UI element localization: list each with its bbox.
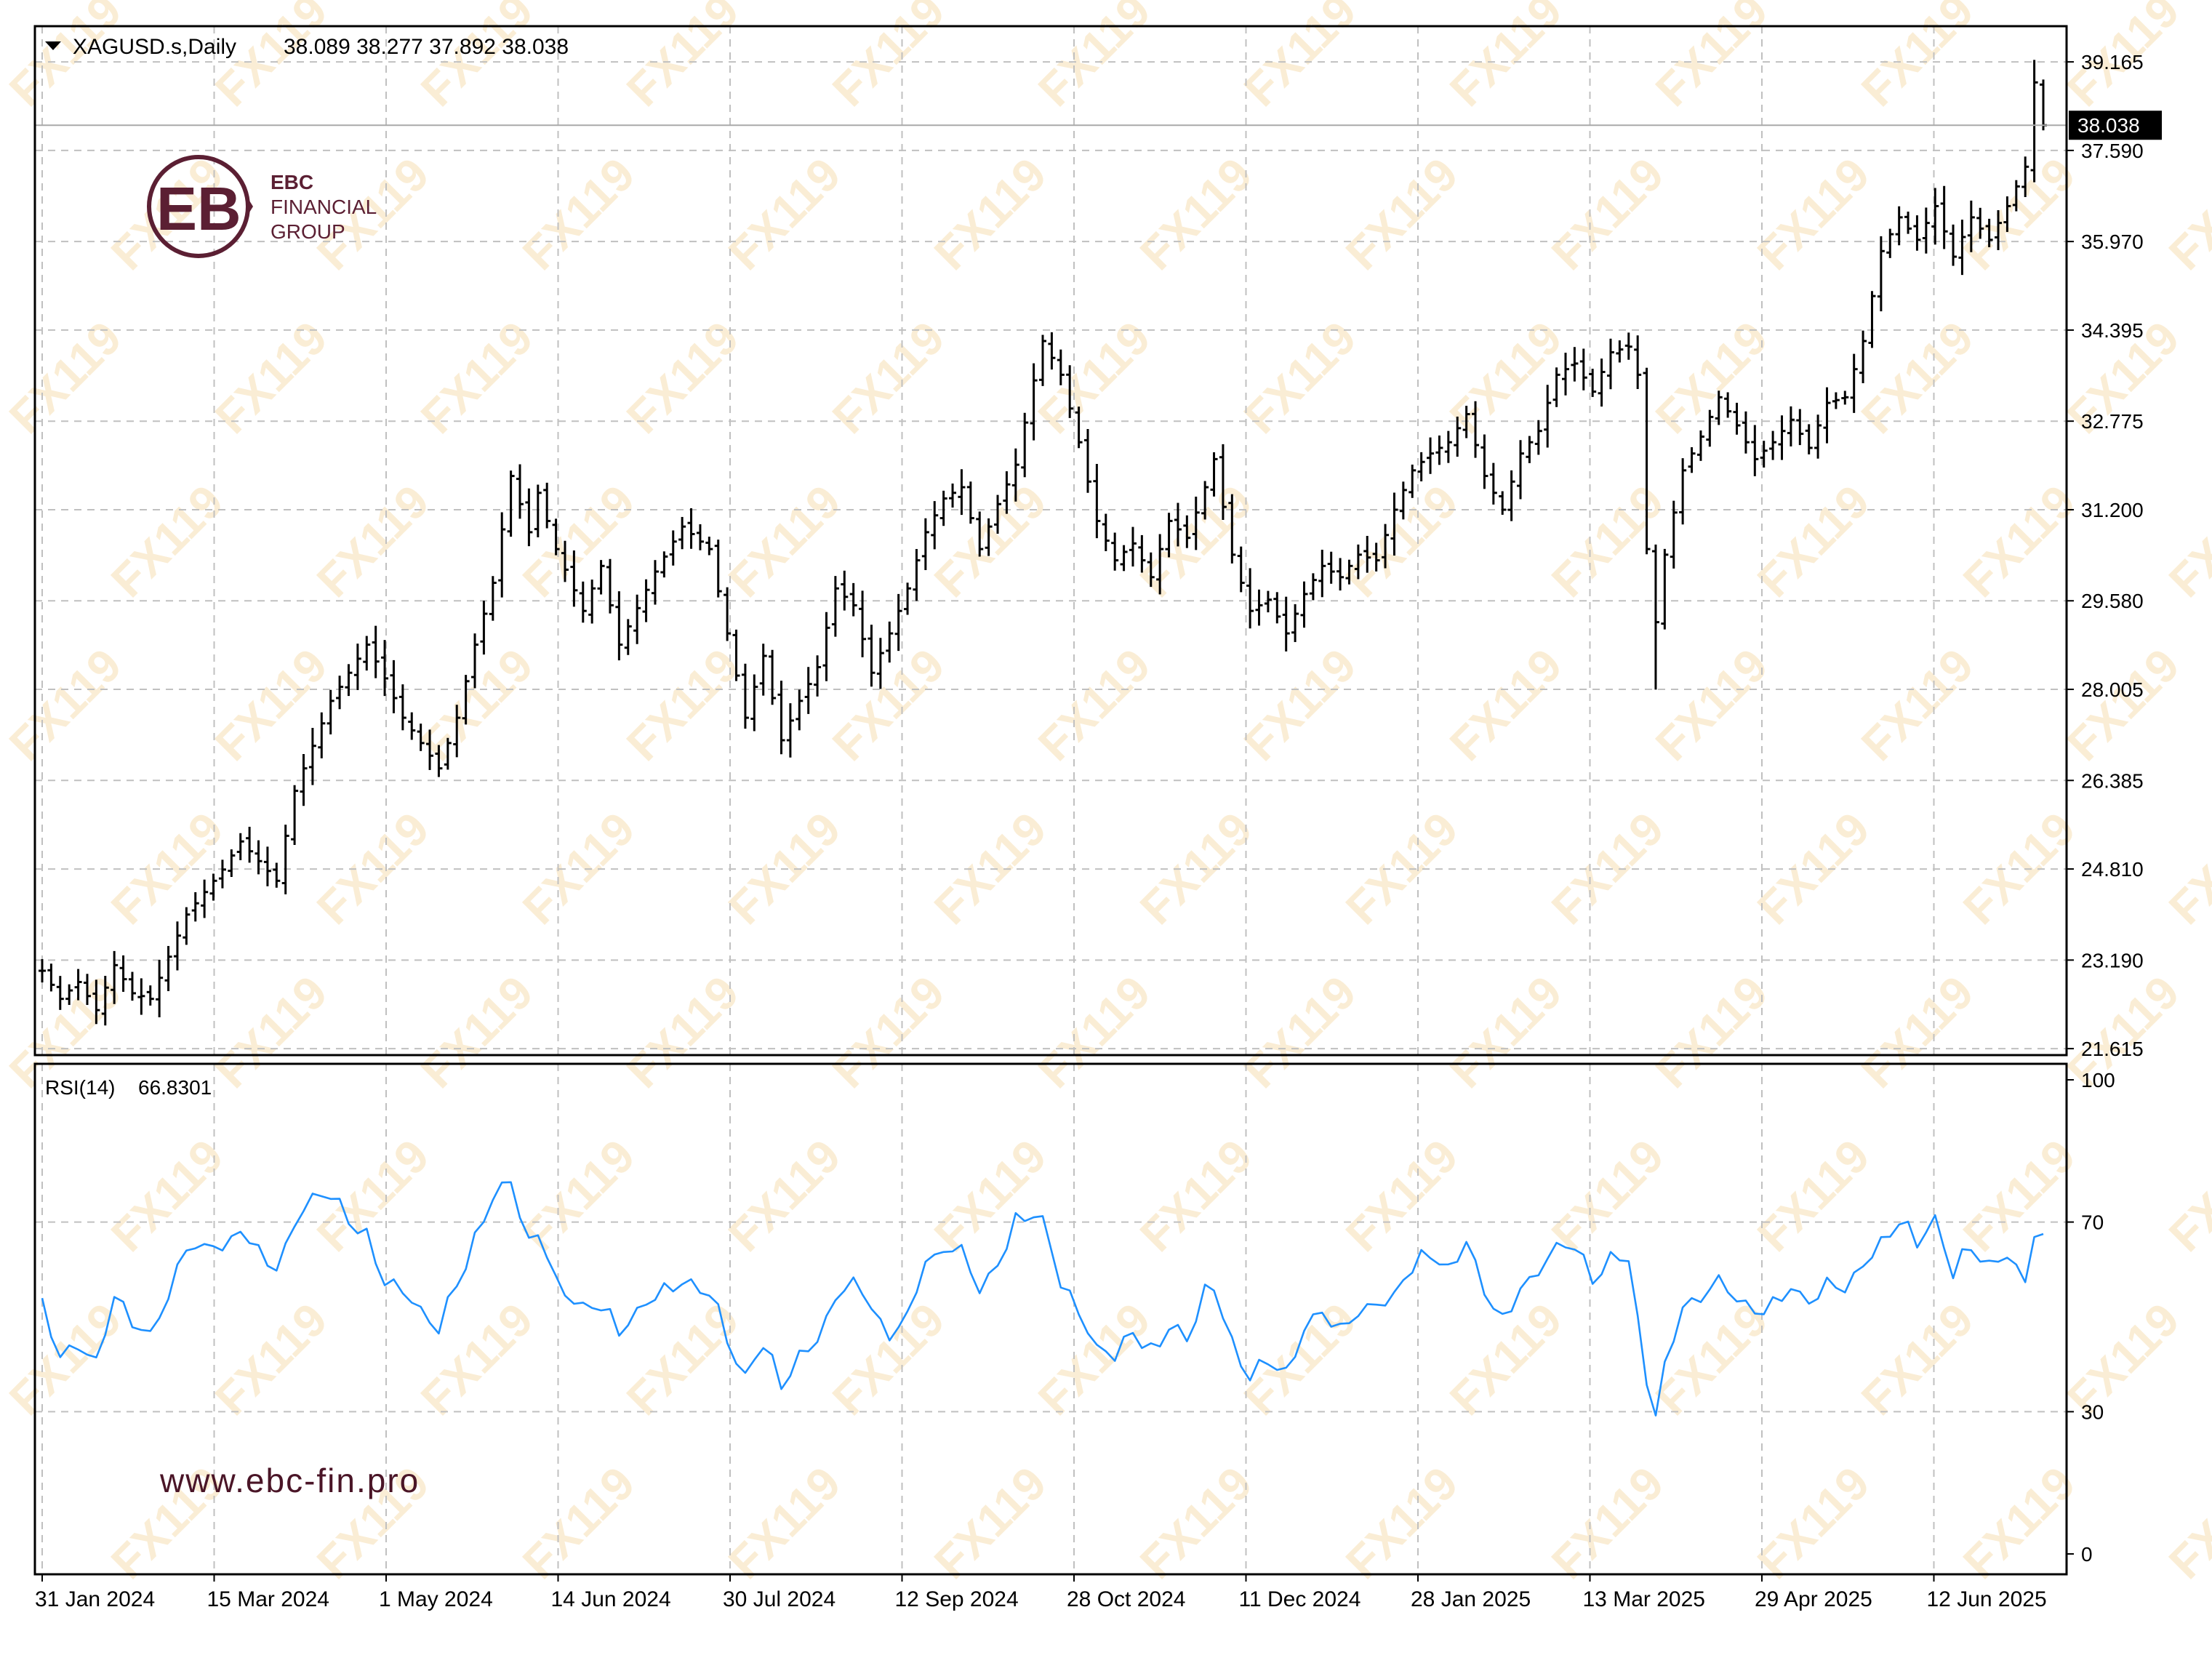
symbol-label: XAGUSD.s,Daily — [73, 35, 236, 59]
website-label: www.ebc-fin.pro — [159, 1462, 420, 1499]
logo-line1: EBC — [271, 171, 313, 193]
date-tick-label: 12 Jun 2025 — [1927, 1587, 2047, 1611]
date-tick-label: 29 Apr 2025 — [1755, 1587, 1872, 1611]
price-tick-label: 31.200 — [2081, 499, 2144, 521]
date-tick-label: 28 Jan 2025 — [1411, 1587, 1531, 1611]
rsi-tick-label: 100 — [2081, 1069, 2115, 1091]
logo-monogram: EB — [156, 175, 241, 243]
date-tick-label: 30 Jul 2024 — [723, 1587, 835, 1611]
logo-line3: GROUP — [271, 220, 345, 243]
rsi-title: RSI(14) — [45, 1076, 115, 1099]
price-tick-label: 34.395 — [2081, 319, 2144, 342]
price-tick-label: 32.775 — [2081, 410, 2144, 433]
price-tick-label: 21.615 — [2081, 1038, 2144, 1060]
price-tick-label: 35.970 — [2081, 231, 2144, 253]
price-tick-label: 24.810 — [2081, 858, 2144, 881]
date-tick-label: 15 Mar 2024 — [207, 1587, 329, 1611]
date-tick-label: 11 Dec 2024 — [1239, 1587, 1361, 1611]
logo-line2: FINANCIAL — [271, 196, 377, 218]
price-tick-label: 37.590 — [2081, 140, 2144, 162]
price-tick-label: 29.580 — [2081, 590, 2144, 612]
date-tick-label: 12 Sep 2024 — [895, 1587, 1019, 1611]
price-tick-label: 28.005 — [2081, 678, 2144, 701]
date-tick-label: 28 Oct 2024 — [1067, 1587, 1185, 1611]
rsi-tick-label: 0 — [2081, 1543, 2093, 1566]
date-tick-label: 31 Jan 2024 — [35, 1587, 155, 1611]
date-tick-label: 13 Mar 2025 — [1583, 1587, 1705, 1611]
rsi-tick-label: 30 — [2081, 1400, 2104, 1423]
chart-header[interactable]: XAGUSD.s,Daily 38.089 38.277 37.892 38.0… — [45, 35, 569, 59]
price-tick-label: 23.190 — [2081, 949, 2144, 971]
price-tick-label: 39.165 — [2081, 51, 2144, 73]
date-tick-label: 1 May 2024 — [379, 1587, 493, 1611]
chart-svg: FX119 FX119 FX119 FX119 FX119 FX119 FX119 FX119… — [0, 0, 2212, 1651]
last-price-tag: 38.038 — [2069, 111, 2162, 140]
chart-root: FX119 FX119 FX119 FX119 FX119 FX119 FX119 FX119… — [0, 0, 2212, 1651]
rsi-tick-label: 70 — [2081, 1211, 2104, 1234]
date-tick-label: 14 Jun 2024 — [551, 1587, 671, 1611]
ohlc-label: 38.089 38.277 37.892 38.038 — [284, 35, 569, 59]
price-tick-label: 26.385 — [2081, 769, 2144, 792]
rsi-value: 66.8301 — [138, 1076, 212, 1099]
last-price-label: 38.038 — [2077, 114, 2140, 137]
